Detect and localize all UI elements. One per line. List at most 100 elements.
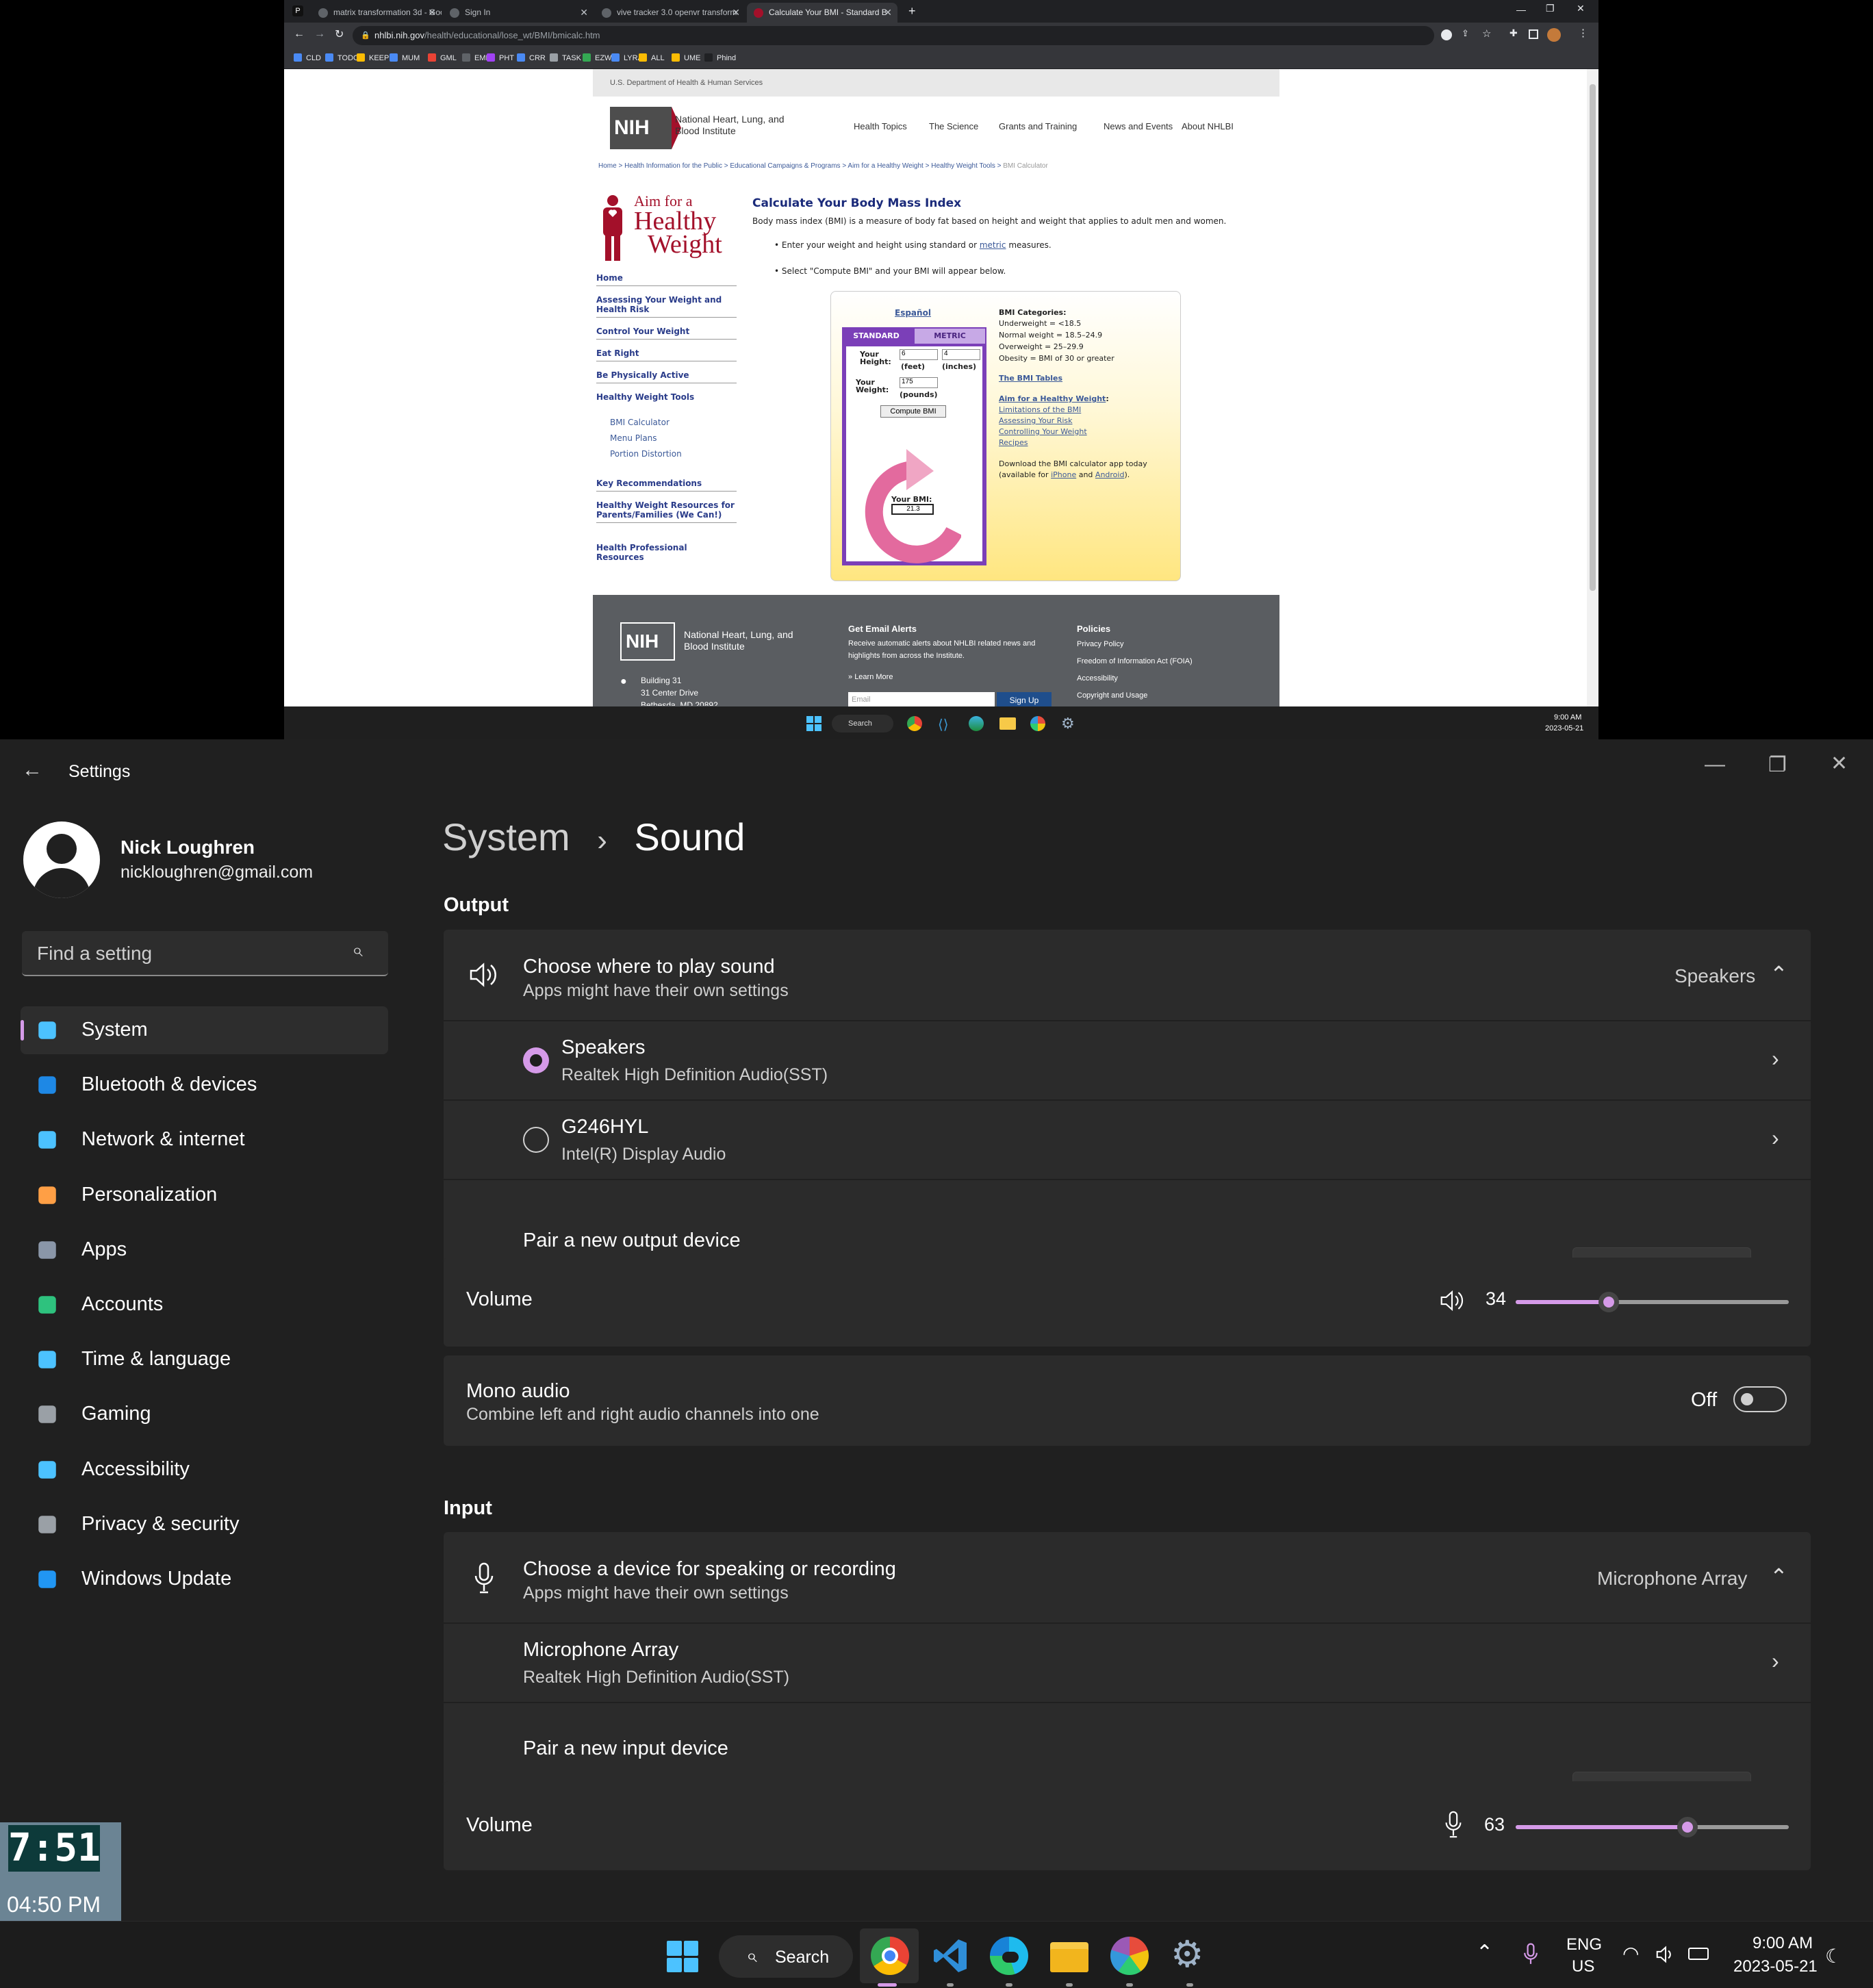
choose-output-row[interactable]: Choose where to play sound Apps might ha… [444, 930, 1811, 1021]
topnav-item[interactable]: Health Topics [854, 121, 907, 131]
radio-selected[interactable] [523, 1047, 549, 1073]
topnav-item[interactable]: News and Events [1104, 121, 1173, 131]
leftnav-sub-item[interactable]: Menu Plans [610, 433, 657, 443]
focus-moon-icon[interactable]: ☾ [1825, 1945, 1842, 1967]
choose-input-row[interactable]: Choose a device for speaking or recordin… [444, 1532, 1811, 1624]
chevron-right-icon[interactable]: › [1772, 1125, 1779, 1151]
bmi-output[interactable]: 21.3 [891, 504, 934, 515]
feet-input[interactable]: 6 [900, 349, 938, 360]
android-link[interactable]: Android [1095, 470, 1125, 479]
app-icon[interactable] [1030, 716, 1045, 731]
aim-sub-link[interactable]: Limitations of the BMI [999, 405, 1081, 414]
search-box[interactable]: Search [832, 715, 893, 732]
metric-link[interactable]: metric [980, 240, 1006, 250]
vscode-icon[interactable]: ⟨⟩ [938, 716, 953, 732]
bookmark-item[interactable]: MUM [390, 53, 420, 62]
settings-gear-icon[interactable]: ⚙ [1061, 715, 1075, 732]
leftnav-item[interactable]: Home [596, 273, 737, 286]
close-tab-icon[interactable]: ✕ [884, 3, 892, 23]
taskbar-date[interactable]: 2023-05-21 [1733, 1957, 1818, 1976]
new-tab-button[interactable]: + [908, 4, 916, 18]
leftnav-item[interactable]: Health Professional Resources [596, 543, 737, 565]
bookmark-item[interactable]: CRR [517, 53, 546, 62]
taskbar-time[interactable]: 9:00 AM [1753, 1934, 1813, 1953]
output-device-speakers[interactable]: Speakers Realtek High Definition Audio(S… [444, 1023, 1811, 1101]
search-input[interactable]: Find a setting ⌕ [22, 931, 388, 976]
mono-audio-toggle[interactable] [1733, 1386, 1787, 1412]
output-device-g246hyl[interactable]: G246HYL Intel(R) Display Audio › [444, 1102, 1811, 1180]
bookmark-item[interactable]: Phind [704, 53, 736, 62]
back-icon[interactable]: ← [294, 28, 305, 40]
forward-icon[interactable]: → [314, 28, 325, 40]
bookmark-item[interactable]: TODO [325, 53, 359, 62]
leftnav-sub-item[interactable]: Portion Distortion [610, 449, 682, 459]
volume-icon[interactable] [1655, 1945, 1676, 1964]
breadcrumb-link[interactable]: Home [598, 162, 617, 170]
policy-link[interactable]: Accessibility [1077, 674, 1118, 683]
espanol-link[interactable]: Español [895, 308, 931, 318]
address-bar[interactable]: 🔒 nhlbi.nih.gov/health/educational/lose_… [353, 26, 1434, 45]
browser-tab[interactable]: Sign In ✕ [443, 3, 594, 23]
leftnav-sub-item[interactable]: BMI Calculator [610, 418, 670, 427]
chrome-icon[interactable] [907, 716, 922, 731]
minimize-button[interactable]: — [1705, 753, 1725, 776]
sidebar-item-time-language[interactable]: Time & language [21, 1336, 388, 1384]
reload-icon[interactable]: ↻ [335, 27, 344, 41]
breadcrumb-link[interactable]: Healthy Weight Tools [931, 162, 995, 170]
bookmark-item[interactable]: EML [462, 53, 490, 62]
share-icon[interactable]: ⇪ [1462, 28, 1469, 39]
extensions-icon[interactable]: ✚ [1509, 27, 1518, 39]
aim-sub-link[interactable]: Recipes [999, 438, 1028, 447]
breadcrumb-link[interactable]: Educational Campaigns & Programs [730, 162, 840, 170]
output-volume-slider[interactable] [1516, 1292, 1789, 1312]
battery-icon[interactable] [1688, 1948, 1709, 1960]
aim-link[interactable]: Aim for a Healthy Weight: [999, 394, 1109, 403]
bookmark-item[interactable]: GML [428, 53, 457, 62]
edge-icon[interactable] [990, 1937, 1028, 1975]
file-explorer-icon[interactable] [1050, 1942, 1088, 1972]
microphone-icon[interactable] [1523, 1942, 1538, 1967]
bmi-tables-link[interactable]: The BMI Tables [999, 374, 1062, 383]
sidebar-item-privacy-security[interactable]: Privacy & security [21, 1501, 388, 1549]
sidebar-item-bluetooth-devices[interactable]: Bluetooth & devices [21, 1061, 388, 1109]
breadcrumb-link[interactable]: Health Information for the Public [624, 162, 722, 170]
back-button[interactable]: ← [22, 759, 42, 782]
close-tab-icon[interactable]: ✕ [428, 3, 436, 23]
bookmark-item[interactable]: KEEP [357, 53, 389, 62]
slider-thumb[interactable] [1677, 1817, 1698, 1837]
close-tab-icon[interactable]: ✕ [732, 3, 740, 23]
breadcrumb-link[interactable]: Aim for a Healthy Weight [848, 162, 923, 170]
app-icon[interactable] [1110, 1937, 1149, 1975]
chevron-up-icon[interactable]: ⌃ [1770, 1564, 1788, 1590]
sign-up-button[interactable]: Sign Up [997, 692, 1052, 706]
menu-icon[interactable]: ⋮ [1578, 27, 1588, 39]
language-secondary[interactable]: US [1572, 1957, 1594, 1976]
taskbar-search[interactable]: ⌕ Search [719, 1935, 853, 1978]
maximize-button[interactable]: ❐ [1768, 753, 1787, 777]
avatar[interactable] [1547, 28, 1561, 42]
policy-link[interactable]: Copyright and Usage [1077, 691, 1147, 700]
sidebar-item-personalization[interactable]: Personalization [21, 1171, 388, 1219]
browser-tab-active[interactable]: Calculate Your BMI - Standard B ✕ [747, 3, 897, 23]
policy-link[interactable]: Privacy Policy [1077, 640, 1123, 648]
footer-nih-logo[interactable]: NIH [620, 622, 675, 661]
wifi-icon[interactable]: ◠ [1622, 1942, 1639, 1965]
edge-icon[interactable] [969, 716, 984, 731]
leftnav-item[interactable]: Key Recommendations [596, 479, 737, 492]
input-device-microphone[interactable]: Microphone Array Realtek High Definition… [444, 1625, 1811, 1703]
chevron-right-icon[interactable]: › [1772, 1046, 1779, 1071]
iphone-link[interactable]: iPhone [1051, 470, 1076, 479]
scrollbar-thumb[interactable] [1590, 84, 1596, 591]
browser-tab[interactable]: matrix transformation 3d - Goog ✕ [311, 3, 442, 23]
inches-input[interactable]: 4 [942, 349, 980, 360]
leftnav-item[interactable]: Eat Right [596, 348, 737, 361]
bookmark-item[interactable]: UME [672, 53, 700, 62]
learn-more-link[interactable]: » Learn More [848, 673, 893, 681]
topnav-item[interactable]: The Science [929, 121, 978, 131]
vscode-icon[interactable] [931, 1937, 969, 1975]
sidebar-item-gaming[interactable]: Gaming [21, 1390, 388, 1438]
sidebar-item-windows-update[interactable]: Windows Update [21, 1555, 388, 1603]
chevron-up-icon[interactable]: ⌃ [1476, 1941, 1493, 1965]
microphone-icon[interactable] [1444, 1810, 1462, 1839]
minimize-icon[interactable]: — [1516, 4, 1526, 15]
